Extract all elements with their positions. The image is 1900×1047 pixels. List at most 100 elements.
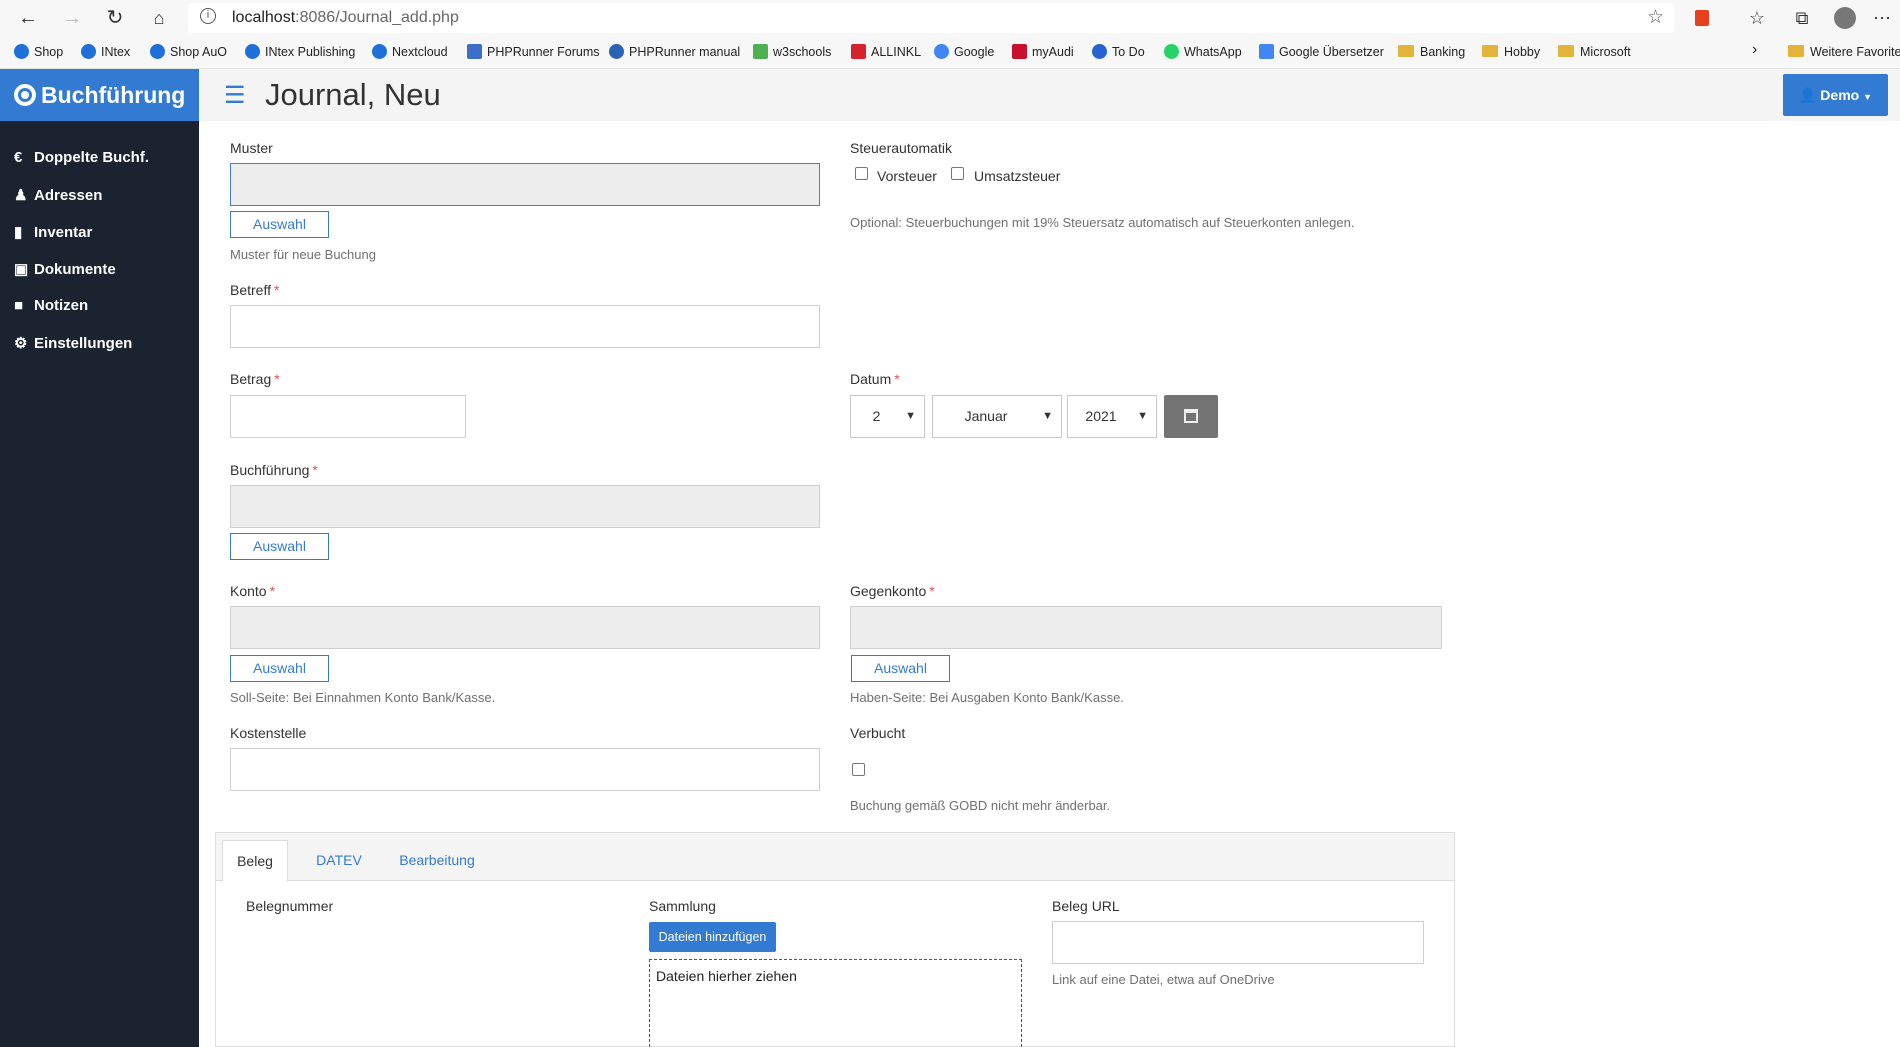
gegenkonto-field[interactable] [850,606,1442,649]
bookmark-icon [609,44,624,59]
bookmark-label: w3schools [773,45,832,59]
file-drop-zone[interactable]: Dateien hierher ziehen [649,959,1022,1047]
calendar-button[interactable] [1164,395,1218,438]
collections-icon[interactable]: ⧉ [1790,6,1814,30]
bookmark-label: INtex [101,45,131,59]
bookmark-icon [150,44,165,59]
chevron-right-icon[interactable]: › [1752,41,1757,59]
sidebar: € Doppelte Buchf. ♟ Adressen ▮ Inventar ▣ Do… [0,121,199,1047]
betreff-field[interactable] [230,305,820,348]
euro-icon: € [14,149,23,166]
brand-title: Buchführung [41,82,186,108]
bookmark-label: Hobby [1504,45,1541,59]
bookmark[interactable]: myAudi [1012,43,1074,61]
kostenstelle-label: Kostenstelle [230,725,307,741]
verbucht-checkbox[interactable] [852,763,865,776]
belegnummer-label: Belegnummer [246,898,334,914]
bookmark[interactable]: Shop AuO [150,43,227,61]
tab-datev[interactable]: DATEV [296,840,382,882]
bookmark[interactable]: INtex Publishing [245,43,355,61]
bookmark[interactable]: To Do [1092,43,1145,61]
month-select[interactable]: Januar ▼ [932,395,1062,438]
address-bar[interactable]: i localhost:8086/Journal_add.php ☆ [188,3,1674,33]
datum-label: Datum * [850,371,900,387]
home-icon[interactable]: ⌂ [145,4,173,32]
muster-auswahl-button[interactable]: Auswahl [230,211,329,238]
bookmark-label: Banking [1420,45,1466,59]
konto-field[interactable] [230,606,820,649]
bookmark-folder[interactable]: Banking [1398,43,1465,61]
tab-bearbeitung[interactable]: Bearbeitung [379,840,495,882]
url-host: localhost [232,9,296,26]
umsatzsteuer-label: Umsatzsteuer [974,168,1061,184]
bookmark-folder[interactable]: Hobby [1482,43,1540,61]
beleg-url-hint: Link auf eine Datei, etwa auf OneDrive [1052,972,1275,987]
gear-icon: ⚙ [14,335,28,352]
bookmark[interactable]: Google Übersetzer [1259,43,1384,61]
sidebar-item-notizen[interactable]: ■ Notizen [14,297,88,314]
bookmark-label: PHPRunner manual [629,45,741,59]
beleg-url-field[interactable] [1052,921,1424,964]
user-menu-button[interactable]: 👤 Demo ▼ [1783,74,1888,116]
bookmark[interactable]: PHPRunner Forums [467,43,600,61]
bookmark[interactable]: WhatsApp [1164,43,1242,61]
bookmark[interactable]: Google [934,43,994,61]
bookmark-icon [1164,44,1179,59]
bookmark-label: Weitere Favorite [1810,45,1900,59]
more-icon[interactable]: ⋯ [1870,6,1894,30]
sidebar-item-adressen[interactable]: ♟ Adressen [14,186,102,204]
bookmark-folder[interactable]: Weitere Favorite [1788,43,1900,61]
sidebar-item-doppelte-buchf[interactable]: € Doppelte Buchf. [14,149,149,166]
reload-icon[interactable]: ↻ [101,4,129,32]
bookmark-folder[interactable]: Microsoft [1558,43,1631,61]
steuerautomatik-hint: Optional: Steuerbuchungen mit 19% Steuer… [850,215,1355,230]
bookmark[interactable]: Shop [14,43,63,61]
muster-field[interactable] [230,163,820,206]
folder-icon [1482,45,1498,57]
info-icon[interactable]: i [200,8,216,24]
office-extension-icon[interactable] [1690,6,1714,30]
betreff-label-text: Betreff [230,282,271,298]
gegenkonto-label: Gegenkonto * [850,583,935,599]
vorsteuer-checkbox[interactable] [855,167,868,180]
gegenkonto-label-text: Gegenkonto [850,583,927,599]
add-files-button[interactable]: Dateien hinzufügen [649,922,776,952]
bookmark[interactable]: INtex [81,43,130,61]
umsatzsteuer-checkbox[interactable] [951,167,964,180]
favorite-star-icon[interactable]: ☆ [1647,6,1664,29]
sidebar-item-dokumente[interactable]: ▣ Dokumente [14,260,116,278]
betrag-field[interactable] [230,395,466,438]
hamburger-menu-icon[interactable]: ☰ [224,81,246,110]
buchfuehrung-label: Buchführung * [230,462,318,478]
brand[interactable]: Buchführung [0,69,199,121]
year-select[interactable]: 2021 ▼ [1067,395,1157,438]
day-value: 2 [872,408,881,424]
bookmark-label: Shop [34,45,64,59]
bookmark[interactable]: Nextcloud [372,43,448,61]
back-icon[interactable]: ← [14,4,42,32]
bookmark[interactable]: ALLINKL [851,43,921,61]
sidebar-item-inventar[interactable]: ▮ Inventar [14,223,92,241]
buchfuehrung-field[interactable] [230,485,820,528]
konto-auswahl-button[interactable]: Auswahl [230,655,329,682]
required-mark: * [312,462,318,478]
konto-label-text: Konto [230,583,267,599]
tab-beleg[interactable]: Beleg [222,840,288,882]
bookmark[interactable]: w3schools [753,43,831,61]
bookmark-icon [372,44,387,59]
bookmark-icon [753,44,768,59]
buchfuehrung-auswahl-button[interactable]: Auswahl [230,533,329,560]
chevron-down-icon: ▼ [905,410,916,422]
forward-icon[interactable]: → [58,4,86,32]
sidebar-item-einstellungen[interactable]: ⚙ Einstellungen [14,334,132,352]
bookmark[interactable]: PHPRunner manual [609,43,740,61]
year-value: 2021 [1085,408,1117,424]
sidebar-item-label: Inventar [34,224,93,241]
favorites-icon[interactable]: ☆ [1745,6,1769,30]
day-select[interactable]: 2 ▼ [850,395,925,438]
konto-label: Konto * [230,583,275,599]
verbucht-label: Verbucht [850,725,906,741]
profile-avatar-icon[interactable] [1833,6,1857,30]
kostenstelle-field[interactable] [230,748,820,791]
gegenkonto-auswahl-button[interactable]: Auswahl [851,655,950,682]
